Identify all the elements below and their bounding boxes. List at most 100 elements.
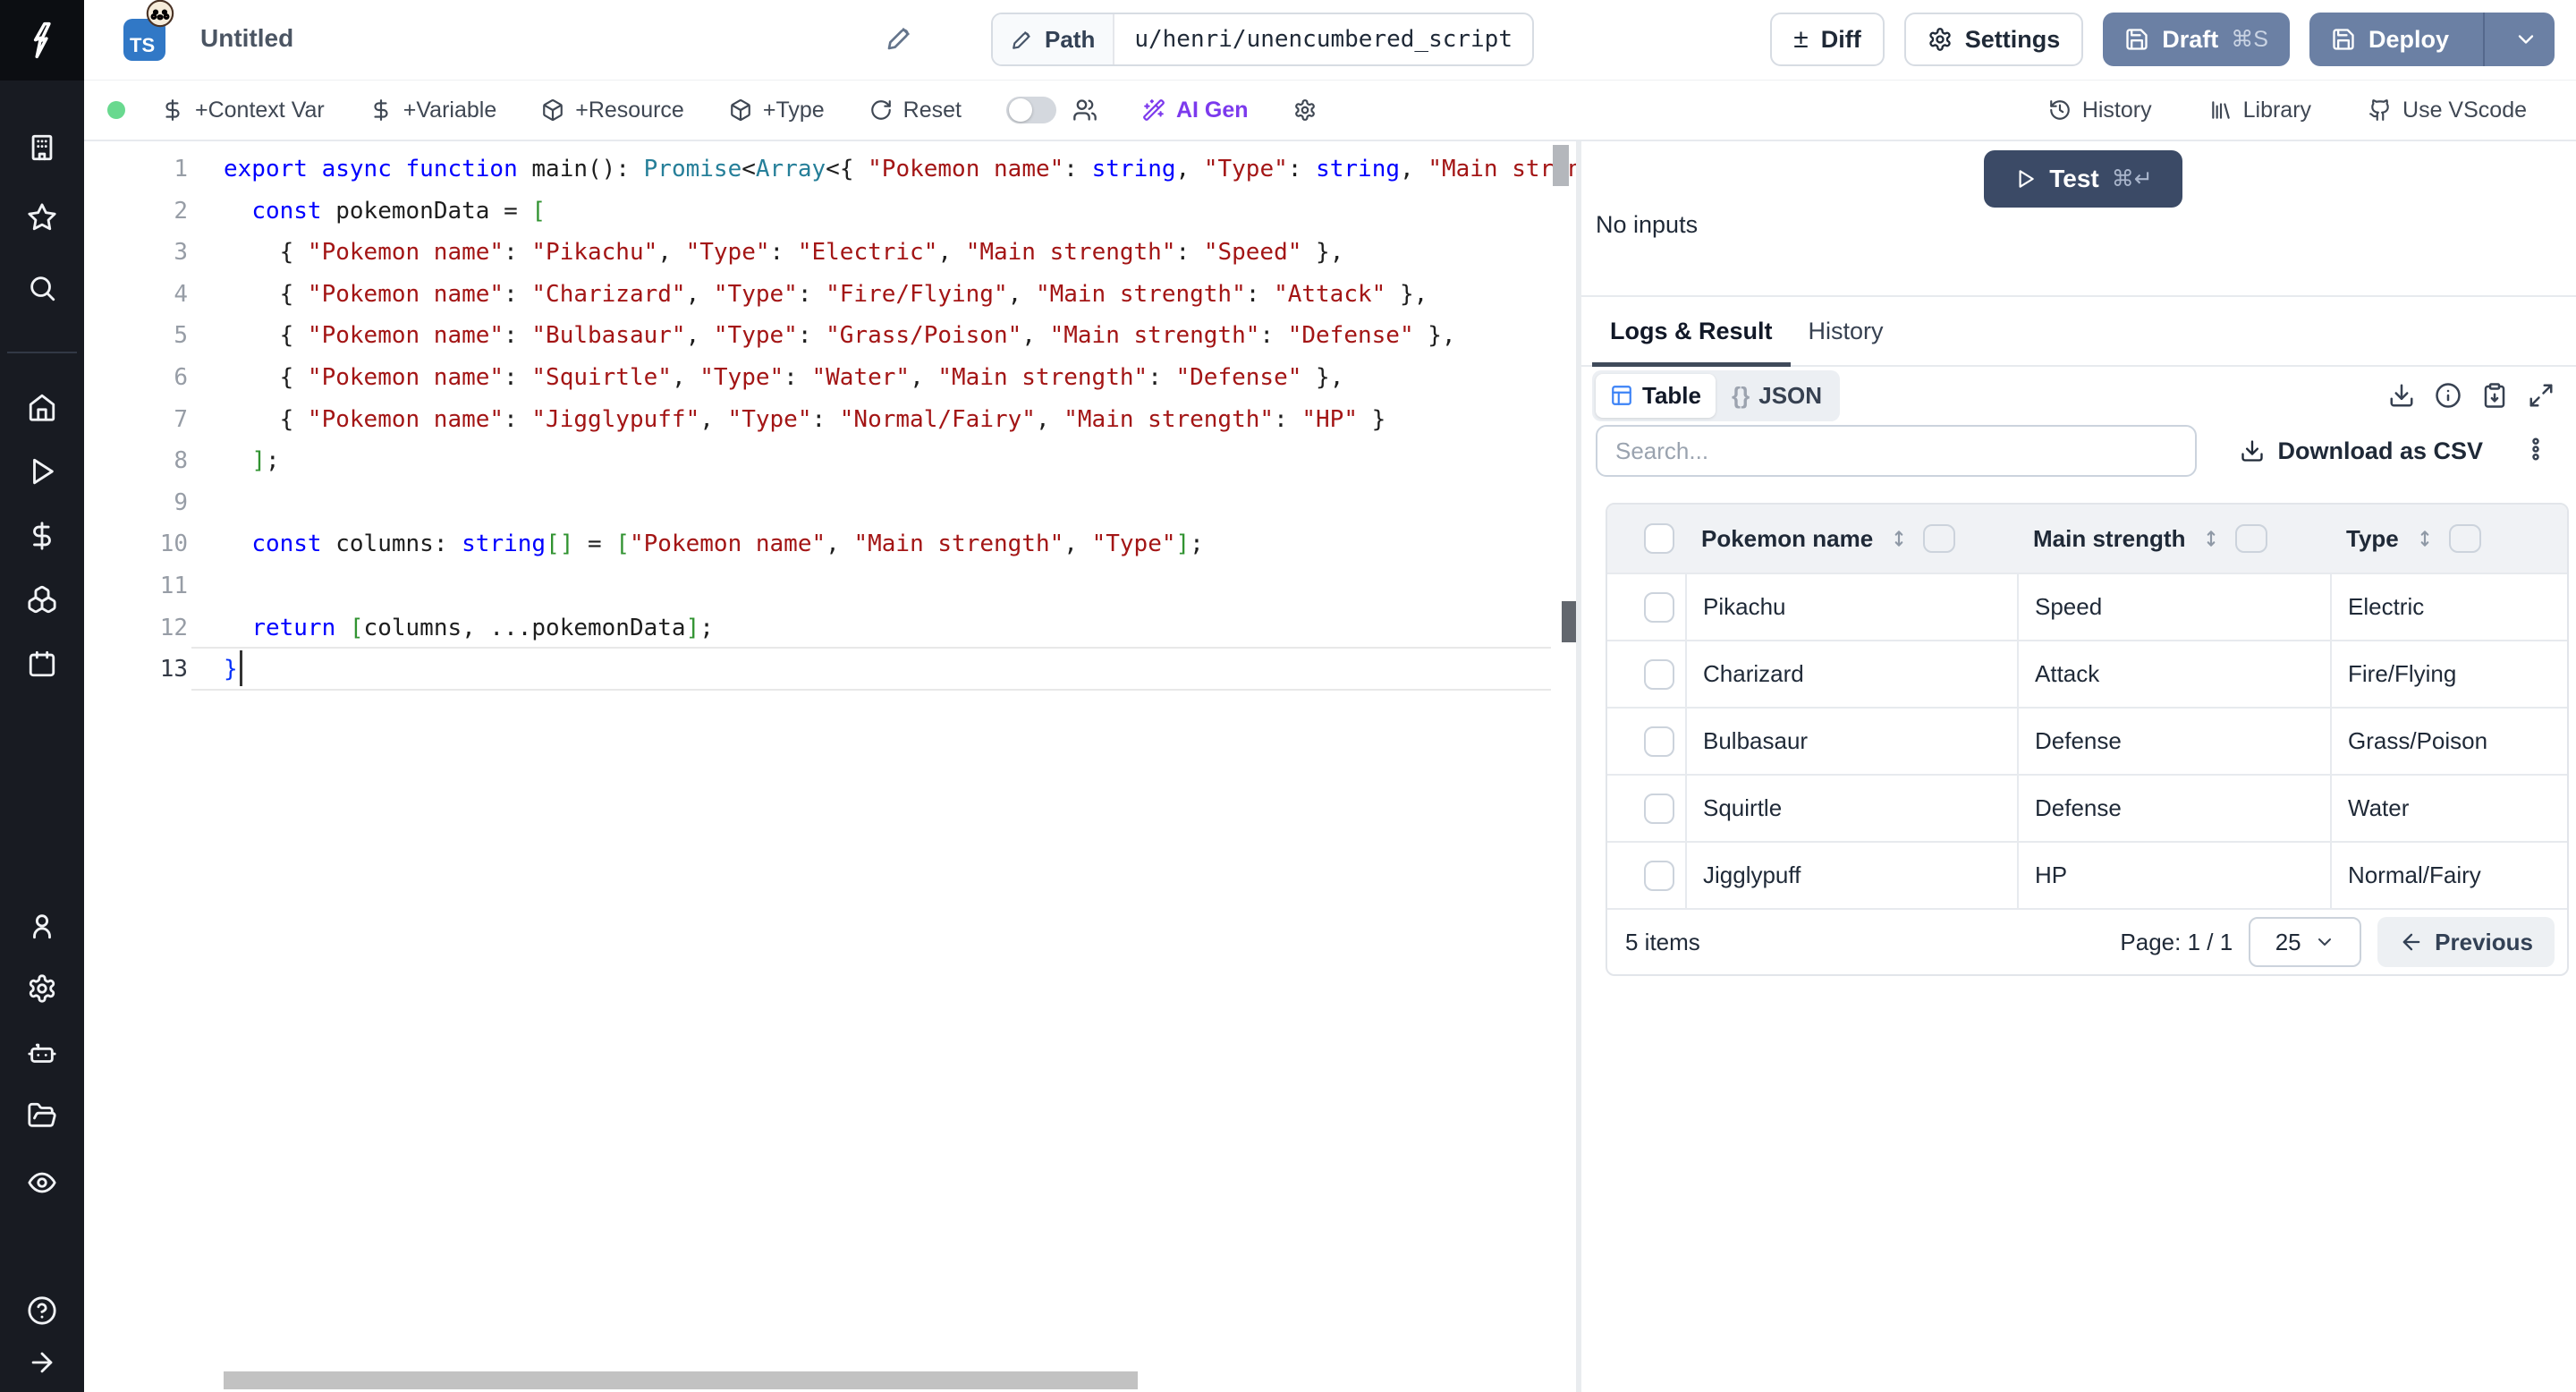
- table-cell: Electric: [2330, 574, 2567, 640]
- diff-button[interactable]: ± Diff: [1770, 13, 1885, 66]
- permissions-toggle[interactable]: [1005, 97, 1056, 123]
- table-icon: [1612, 386, 1631, 405]
- view-json-button[interactable]: {} JSON: [1717, 374, 1836, 418]
- line-number: 8: [174, 447, 188, 475]
- deploy-main[interactable]: Deploy: [2309, 13, 2470, 66]
- row-checkbox[interactable]: [1644, 591, 1674, 623]
- table-row: Jigglypuff HP Normal/Fairy: [1607, 841, 2567, 908]
- table-cell: Normal/Fairy: [2330, 843, 2567, 908]
- column-handle[interactable]: [2235, 524, 2268, 553]
- view-switcher: Table {} JSON: [1592, 369, 1841, 421]
- search-input[interactable]: [1596, 425, 2197, 477]
- table-cell: Bulbasaur: [1685, 709, 2017, 774]
- column-handle[interactable]: [2448, 524, 2481, 553]
- user-icon[interactable]: [22, 906, 62, 946]
- history-clock-icon: [2049, 100, 2070, 120]
- code-line: ];: [251, 447, 280, 475]
- sort-icon[interactable]: [2199, 527, 2223, 550]
- deploy-dropdown-button[interactable]: [2497, 13, 2555, 66]
- line-number: 5: [174, 322, 188, 350]
- tab-logs-and-result[interactable]: Logs & Result: [1592, 297, 1791, 367]
- download-csv-button[interactable]: Download as CSV: [2240, 437, 2483, 465]
- save-icon: [2333, 29, 2354, 50]
- settings-gear-icon[interactable]: [22, 969, 62, 1008]
- search-icon[interactable]: [22, 268, 62, 308]
- expand-sidebar-arrow-icon[interactable]: [22, 1343, 62, 1382]
- row-checkbox[interactable]: [1644, 658, 1674, 690]
- tab-history[interactable]: History: [1791, 297, 1902, 365]
- table-cell: Speed: [2017, 574, 2330, 640]
- table-cell: Pikachu: [1685, 574, 2017, 640]
- deploy-button[interactable]: Deploy: [2309, 13, 2555, 66]
- line-number: 4: [174, 280, 188, 308]
- run-panel: Test ⌘↵ No inputs Logs & Result History …: [1581, 141, 2576, 1392]
- resources-cubes-icon[interactable]: [22, 580, 62, 619]
- table-cell: Charizard: [1685, 641, 2017, 707]
- reset-button[interactable]: Reset: [869, 98, 962, 123]
- add-context-var-button[interactable]: +Context Var: [161, 98, 325, 123]
- add-resource-button[interactable]: +Resource: [541, 98, 684, 123]
- info-icon[interactable]: [2435, 382, 2462, 409]
- script-emoji-icon: [146, 0, 174, 28]
- help-icon[interactable]: [22, 1291, 62, 1330]
- test-button[interactable]: Test ⌘↵: [1984, 150, 2182, 208]
- row-checkbox[interactable]: [1644, 726, 1674, 757]
- path-control[interactable]: Path u/henri/unencumbered_script: [991, 13, 1534, 66]
- workers-robot-icon[interactable]: [22, 1034, 62, 1074]
- play-icon: [2019, 170, 2035, 188]
- gear-icon: [1929, 28, 1951, 51]
- text-cursor: [240, 650, 242, 686]
- more-options-kebab-icon[interactable]: [2522, 436, 2549, 467]
- chevron-down-icon: [2518, 35, 2534, 44]
- download-icon[interactable]: [2388, 382, 2415, 409]
- line-number: 11: [159, 573, 188, 599]
- workspace-building-icon[interactable]: [22, 128, 62, 167]
- table-cell: Defense: [2017, 776, 2330, 841]
- add-type-button[interactable]: +Type: [729, 98, 825, 123]
- vertical-scrollbar-thumb[interactable]: [1553, 145, 1569, 186]
- column-handle[interactable]: [1923, 524, 1956, 553]
- page-title: Untitled: [200, 24, 294, 52]
- table-row: Charizard Attack Fire/Flying: [1607, 640, 2567, 707]
- favorites-star-icon[interactable]: [22, 198, 62, 237]
- column-header: Pokemon name: [1701, 524, 1874, 552]
- code-line: { "Pokemon name": "Charizard", "Type": "…: [224, 280, 1428, 308]
- settings-button[interactable]: Settings: [1903, 13, 2084, 66]
- code-line: { "Pokemon name": "Squirtle", "Type": "W…: [224, 364, 1344, 391]
- library-icon: [2211, 101, 2230, 119]
- variables-dollar-icon[interactable]: [22, 516, 62, 556]
- status-dot: [107, 101, 125, 119]
- previous-page-button[interactable]: Previous: [2377, 917, 2555, 967]
- library-button[interactable]: Library: [2209, 98, 2311, 123]
- page-size-select[interactable]: 25: [2249, 917, 2362, 967]
- history-button[interactable]: History: [2048, 98, 2152, 123]
- folders-icon[interactable]: [22, 1096, 62, 1135]
- add-variable-button[interactable]: +Variable: [369, 98, 496, 123]
- select-all-checkbox[interactable]: [1644, 523, 1674, 554]
- users-icon: [1073, 99, 1097, 121]
- view-table-button[interactable]: Table: [1596, 373, 1716, 418]
- expand-fullscreen-icon[interactable]: [2528, 382, 2555, 409]
- arrow-left-icon: [2402, 933, 2420, 951]
- refresh-icon: [870, 100, 891, 120]
- horizontal-scrollbar-thumb[interactable]: [224, 1371, 1138, 1389]
- edit-title-pencil-icon[interactable]: [886, 23, 914, 56]
- audit-eye-icon[interactable]: [22, 1163, 62, 1202]
- code-editor[interactable]: 1 2 3 4 5 6 7 8 9 10 11 12 13 export async function …: [84, 141, 1576, 1392]
- result-search-row: Download as CSV: [1581, 423, 2576, 479]
- ai-gen-button[interactable]: AI Gen: [1142, 98, 1249, 123]
- copy-result-clipboard-icon[interactable]: [2481, 382, 2508, 409]
- sort-icon[interactable]: [2413, 527, 2436, 550]
- runs-play-icon[interactable]: [22, 452, 62, 491]
- row-checkbox[interactable]: [1644, 793, 1674, 824]
- draft-button[interactable]: Draft ⌘S: [2103, 13, 2290, 66]
- schedules-calendar-icon[interactable]: [22, 644, 62, 683]
- sort-icon[interactable]: [1887, 527, 1911, 550]
- table-cell: Defense: [2017, 709, 2330, 774]
- home-icon[interactable]: [22, 387, 62, 427]
- editor-settings-gear-icon[interactable]: [1293, 98, 1317, 122]
- use-vscode-button[interactable]: Use VScode: [2368, 98, 2527, 123]
- row-checkbox[interactable]: [1644, 860, 1674, 891]
- path-value[interactable]: u/henri/unencumbered_script: [1114, 14, 1532, 64]
- windmill-logo[interactable]: [0, 0, 84, 81]
